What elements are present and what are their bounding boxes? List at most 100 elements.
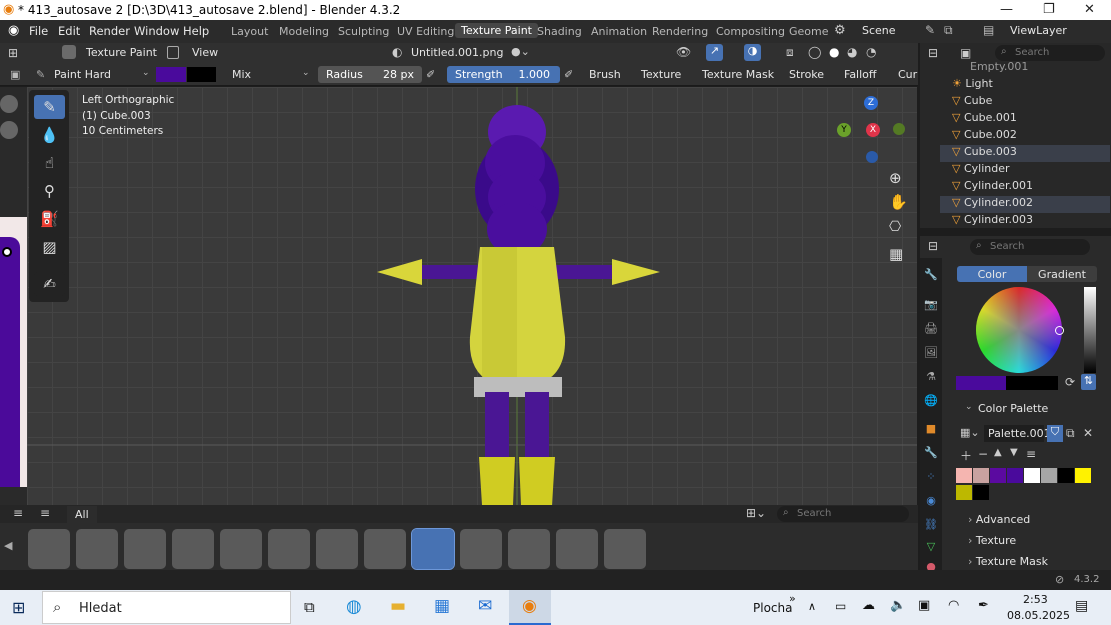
xray-icon[interactable]: ⧈ (786, 45, 794, 60)
visibility-icon[interactable]: 👁 (676, 45, 691, 59)
palette-swatch[interactable] (1007, 468, 1023, 483)
shelf-grid-icon[interactable]: ⊞⌄ (746, 506, 766, 520)
color-picker-handle[interactable] (1055, 326, 1064, 335)
windows-start-icon[interactable]: ⊞ (12, 598, 25, 617)
tab-modeling[interactable]: Modeling (279, 25, 329, 38)
brush-thumbnail[interactable] (172, 529, 214, 569)
palette-swatch[interactable] (990, 468, 1006, 483)
tab-geometry-nodes[interactable]: Geome (789, 25, 829, 38)
strength-slider[interactable]: Strength 1.000 (447, 66, 560, 83)
zoom-icon[interactable]: ⊕ (889, 169, 902, 187)
display-icon[interactable]: ▣ (918, 598, 930, 613)
brush-thumbnail[interactable] (268, 529, 310, 569)
cursor-menu[interactable]: Cur (898, 68, 917, 81)
menu-render[interactable]: Render (89, 24, 130, 38)
tab-animation[interactable]: Animation (591, 25, 647, 38)
material-shading-icon[interactable]: ◕ (847, 45, 857, 59)
menu-window[interactable]: Window (134, 24, 179, 38)
battery-icon[interactable]: ▭ (835, 599, 846, 613)
output-properties-icon[interactable]: 🖨 (924, 322, 938, 336)
section-advanced[interactable]: › Advanced (968, 513, 1030, 526)
section-texture-mask[interactable]: › Texture Mask (968, 555, 1048, 568)
properties-editor-icon[interactable]: ⊟ (928, 239, 938, 253)
toolbar-expand-icon[interactable]: » (789, 592, 796, 605)
brush-thumbnail[interactable] (460, 529, 502, 569)
render-properties-icon[interactable]: 📷 (924, 298, 938, 312)
brush-thumbnail[interactable] (28, 529, 70, 569)
scene-icon[interactable]: ⚙ (834, 23, 846, 38)
side-nav-icon[interactable] (0, 95, 18, 113)
tab-shading[interactable]: Shading (537, 25, 582, 38)
strength-pressure-icon[interactable]: ✐ (564, 68, 573, 81)
tab-sculpting[interactable]: Sculpting (338, 25, 389, 38)
pan-hand-icon[interactable]: ✋ (889, 193, 908, 211)
maximize-button[interactable]: ❐ (1043, 2, 1055, 17)
secondary-color-swatch[interactable] (187, 67, 216, 82)
overlay-toggle-icon[interactable]: ◑ (744, 44, 761, 61)
display-mode-icon[interactable]: ▣ (960, 46, 971, 60)
shelf-scroll-icon[interactable]: ◀ (4, 539, 12, 552)
gizmo-neg-z[interactable] (866, 151, 878, 163)
palette-swatch[interactable] (973, 468, 989, 483)
menu-file[interactable]: File (29, 24, 48, 38)
pen-icon[interactable]: ✒ (978, 598, 989, 613)
side-hand-icon[interactable] (0, 121, 18, 139)
outliner-row[interactable]: ▽ Cylinder.002 (940, 196, 1110, 213)
outliner-search-field[interactable]: ⌕ Search (995, 45, 1105, 61)
tab-layout[interactable]: Layout (231, 25, 268, 38)
image-name[interactable]: Untitled.001.png (411, 46, 503, 59)
stroke-menu[interactable]: Stroke (789, 68, 824, 81)
particles-icon[interactable]: ⁘ (924, 470, 938, 484)
palette-swatch[interactable] (1041, 468, 1057, 483)
tool-properties-icon[interactable]: 🔧 (924, 268, 938, 282)
palette-swatch[interactable] (973, 485, 989, 500)
remove-color-icon[interactable]: − (978, 447, 988, 461)
blend-mode-selector[interactable]: Mix (232, 68, 251, 81)
wifi-icon[interactable]: ◠ (948, 598, 959, 613)
shading-toggle-icon[interactable]: ●⌄ (511, 45, 530, 58)
color-wheel[interactable] (976, 287, 1062, 373)
pin-icon[interactable]: ✎ (925, 23, 935, 37)
brush-thumbnail[interactable] (220, 529, 262, 569)
shelf-search-field[interactable]: ⌕ Search (777, 506, 909, 522)
brush-menu[interactable]: Brush (589, 68, 621, 81)
fill-tool-icon[interactable]: ⛽ (34, 207, 65, 231)
solid-shading-icon[interactable]: ● (829, 45, 839, 59)
radius-slider[interactable]: Radius 28 px (318, 66, 422, 83)
gizmo-neg-y[interactable] (893, 123, 905, 135)
blender-taskbar-button[interactable]: ◉ (509, 590, 551, 625)
sort-icon[interactable]: ≡ (1026, 447, 1036, 461)
minimize-button[interactable]: — (1000, 2, 1013, 17)
viewlayer-name[interactable]: ViewLayer (1010, 24, 1067, 37)
close-button[interactable]: ✕ (1084, 2, 1095, 17)
edge-icon[interactable]: ◍ (346, 596, 362, 617)
palette-swatch[interactable] (956, 485, 972, 500)
draw-tool-icon[interactable]: ✎ (34, 95, 65, 119)
tab-rendering[interactable]: Rendering (652, 25, 708, 38)
modifier-properties-icon[interactable]: 🔧 (924, 446, 938, 460)
color-mode-icon[interactable]: ⇅ (1081, 374, 1096, 390)
outliner-row[interactable]: ☀ Light (940, 77, 1110, 94)
menu-edit[interactable]: Edit (58, 24, 80, 38)
menu-view[interactable]: View (192, 46, 218, 59)
palette-swatch[interactable] (1058, 468, 1074, 483)
brush-thumbnail[interactable] (508, 529, 550, 569)
perspective-grid-icon[interactable]: ▦ (889, 245, 903, 263)
outliner-row[interactable]: ▽ Cylinder (940, 162, 1110, 179)
outliner-row[interactable]: ▽ Cube (940, 94, 1110, 111)
gizmo-y[interactable]: Y (837, 123, 851, 137)
secondary-color-bar[interactable] (1006, 376, 1058, 390)
brush-thumbnail[interactable] (316, 529, 358, 569)
radius-pressure-icon[interactable]: ✐ (426, 68, 435, 81)
falloff-menu[interactable]: Falloff (844, 68, 876, 81)
texture-mask-menu[interactable]: Texture Mask (702, 68, 774, 81)
volume-icon[interactable]: 🔈 (890, 598, 906, 613)
brush-thumbnail[interactable] (124, 529, 166, 569)
primary-color-bar[interactable] (956, 376, 1006, 390)
palette-name-field[interactable]: Palette.001 (984, 425, 1051, 442)
brush-thumbnail[interactable] (76, 529, 118, 569)
value-slider[interactable] (1084, 287, 1096, 373)
outliner-row-active[interactable]: ▽ Cube.003 (940, 145, 1110, 162)
gizmo-z[interactable]: Z (864, 96, 878, 110)
outliner-editor-icon[interactable]: ⊟ (928, 46, 938, 60)
